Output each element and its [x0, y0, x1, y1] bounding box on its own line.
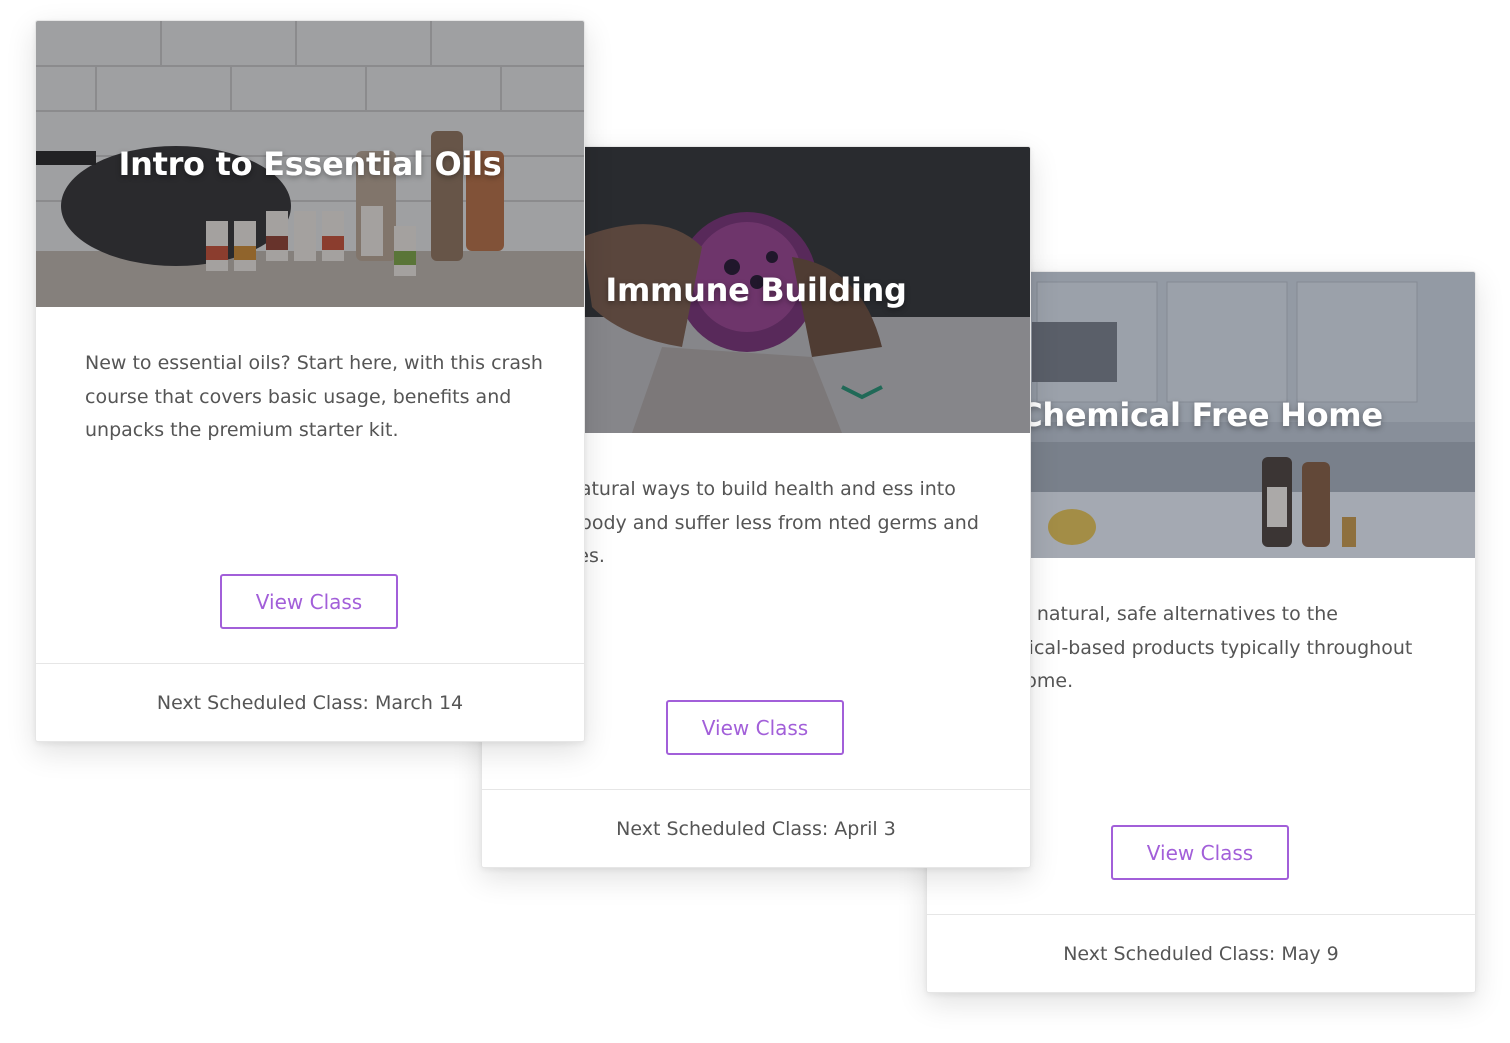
card-description: New to essential oils? Start here, with …	[85, 352, 543, 441]
next-scheduled-class: Next Scheduled Class: May 9	[927, 914, 1475, 992]
class-cards-stage: Chemical Free Home about natural, safe a…	[0, 0, 1510, 1043]
next-scheduled-class: Next Scheduled Class: April 3	[482, 789, 1030, 867]
card-description: about natural, safe alternatives to the …	[976, 603, 1413, 692]
card-title: Intro to Essential Oils	[118, 145, 502, 183]
card-description: ver natural ways to build health and ess…	[531, 478, 979, 567]
view-class-button[interactable]: View Class	[1111, 825, 1289, 880]
card-body: New to essential oils? Start here, with …	[36, 307, 584, 663]
class-card-intro-to-essential-oils: Intro to Essential Oils New to essential…	[35, 20, 585, 742]
next-scheduled-class: Next Scheduled Class: March 14	[36, 663, 584, 741]
card-hero-image: Intro to Essential Oils	[36, 21, 584, 307]
view-class-button[interactable]: View Class	[220, 574, 398, 629]
view-class-button[interactable]: View Class	[666, 700, 844, 755]
